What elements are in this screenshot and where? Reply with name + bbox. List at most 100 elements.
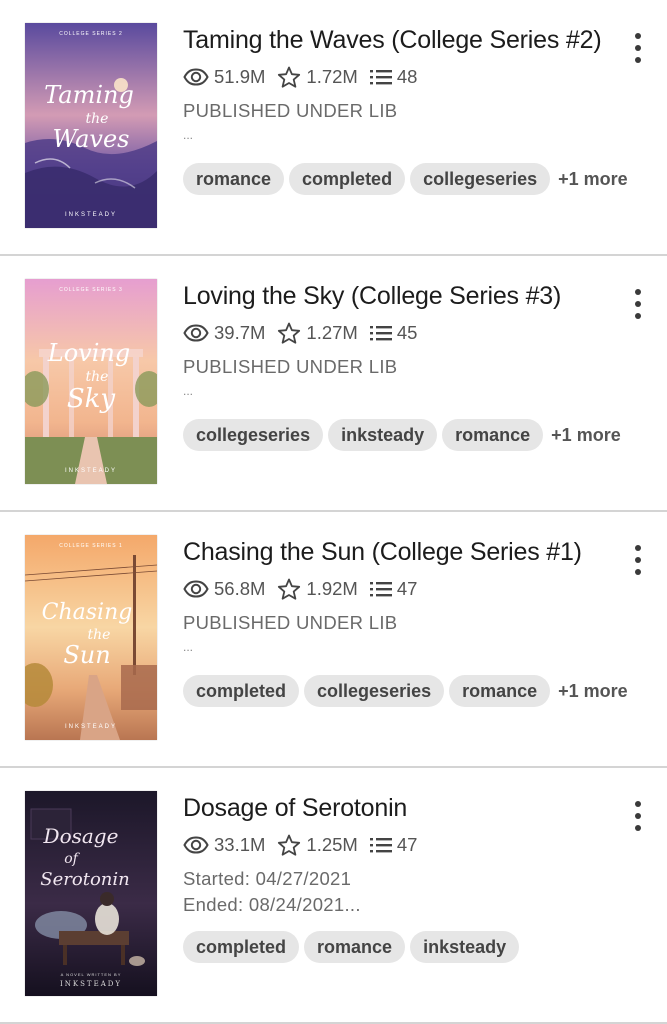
tag-chip[interactable]: inksteady: [328, 419, 438, 451]
votes-stat: 1.92M: [277, 578, 358, 601]
parts-count: 48: [396, 66, 418, 87]
reads-stat: 51.9M: [183, 66, 265, 88]
eye-icon: [183, 580, 209, 598]
cover-script-1: Chasing: [42, 600, 133, 625]
cover-tagline: A NOVEL WRITTEN BY: [61, 972, 122, 977]
eye-icon: [183, 324, 209, 342]
reads-count: 33.1M: [214, 834, 266, 855]
story-title[interactable]: Chasing the Sun (College Series #1): [183, 538, 582, 567]
votes-stat: 1.27M: [277, 322, 358, 345]
story-title[interactable]: Loving the Sky (College Series #3): [183, 282, 561, 311]
tag-chip[interactable]: completed: [183, 675, 300, 707]
reads-stat: 56.8M: [183, 578, 265, 600]
cover-series: COLLEGE SERIES 1: [59, 543, 123, 549]
started-date: Started: 04/27/2021: [183, 868, 352, 889]
story-item[interactable]: Dosage of Serotonin A NOVEL WRITTEN BY I…: [0, 768, 667, 1024]
cover-series: COLLEGE SERIES 3: [59, 287, 123, 293]
list-icon: [369, 838, 392, 853]
star-icon: [278, 66, 301, 88]
book-cover[interactable]: COLLEGE SERIES 2 Taming the Waves INKSTE…: [25, 23, 157, 228]
cover-series: COLLEGE SERIES 2: [59, 31, 123, 37]
eye-icon: [183, 836, 209, 854]
description-ellipsis: ...: [183, 384, 194, 398]
parts-count: 47: [396, 834, 418, 855]
story-stats: 39.7M 1.27M 45: [183, 320, 429, 346]
tag-chip[interactable]: collegeseries: [410, 163, 551, 195]
cover-script-2: the: [86, 369, 109, 385]
reads-stat: 39.7M: [183, 322, 265, 344]
cover-author: INKSTEADY: [65, 212, 117, 218]
list-icon: [369, 582, 392, 597]
list-icon: [369, 326, 392, 341]
parts-stat: 47: [369, 578, 418, 600]
cover-script-3: Waves: [53, 125, 130, 153]
votes-count: 1.25M: [306, 834, 358, 855]
cover-script-3: Sky: [67, 384, 116, 414]
tag-chip[interactable]: completed: [183, 931, 300, 963]
story-dates: Started: 04/27/2021 Ended: 08/24/2021...: [183, 866, 361, 918]
more-vertical-icon[interactable]: [628, 801, 648, 831]
cover-script-1: Loving: [47, 339, 130, 367]
votes-count: 1.92M: [306, 578, 358, 599]
cover-image-sky: COLLEGE SERIES 3 Loving the Sky INKSTEAD…: [25, 279, 157, 484]
tag-chip[interactable]: collegeseries: [304, 675, 445, 707]
tag-chip[interactable]: romance: [442, 419, 544, 451]
description-ellipsis: ...: [183, 128, 194, 142]
more-tags-link[interactable]: +1 more: [558, 681, 628, 702]
more-tags-link[interactable]: +1 more: [551, 425, 621, 446]
reads-stat: 33.1M: [183, 834, 265, 856]
more-tags-link[interactable]: +1 more: [558, 169, 628, 190]
tag-list: completed collegeseries romance +1 more: [183, 675, 628, 707]
more-vertical-icon[interactable]: [628, 289, 648, 319]
ended-date: Ended: 08/24/2021...: [183, 894, 361, 915]
story-title[interactable]: Dosage of Serotonin: [183, 794, 407, 823]
cover-author: INKSTEADY: [65, 724, 117, 730]
star-icon: [278, 322, 301, 344]
parts-count: 47: [396, 578, 418, 599]
tag-chip[interactable]: romance: [183, 163, 285, 195]
tag-chip[interactable]: collegeseries: [183, 419, 324, 451]
parts-stat: 45: [369, 322, 418, 344]
votes-count: 1.27M: [306, 322, 358, 343]
parts-stat: 48: [369, 66, 418, 88]
story-item[interactable]: COLLEGE SERIES 2 Taming the Waves INKSTE…: [0, 0, 667, 256]
cover-script-1: Dosage: [43, 824, 119, 848]
story-description: PUBLISHED UNDER LIB: [183, 612, 398, 633]
list-icon: [369, 70, 392, 85]
tag-chip[interactable]: romance: [304, 931, 406, 963]
parts-stat: 47: [369, 834, 418, 856]
parts-count: 45: [396, 322, 418, 343]
votes-count: 1.72M: [306, 66, 358, 87]
eye-icon: [183, 68, 209, 86]
more-vertical-icon[interactable]: [628, 33, 648, 63]
tag-list: collegeseries inksteady romance +1 more: [183, 419, 621, 451]
cover-author: INKSTEADY: [60, 980, 122, 988]
reads-count: 56.8M: [214, 578, 266, 599]
more-vertical-icon[interactable]: [628, 545, 648, 575]
cover-script-3: Sun: [63, 641, 110, 669]
story-stats: 51.9M 1.72M 48: [183, 64, 429, 90]
votes-stat: 1.72M: [277, 66, 358, 89]
reads-count: 39.7M: [214, 322, 266, 343]
tag-list: romance completed collegeseries +1 more: [183, 163, 628, 195]
story-description: PUBLISHED UNDER LIB: [183, 100, 398, 121]
story-item[interactable]: COLLEGE SERIES 1 Chasing the Sun INKSTEA…: [0, 512, 667, 768]
tag-chip[interactable]: completed: [289, 163, 406, 195]
cover-author: INKSTEADY: [65, 468, 117, 474]
book-cover[interactable]: COLLEGE SERIES 3 Loving the Sky INKSTEAD…: [25, 279, 157, 484]
tag-chip[interactable]: romance: [449, 675, 551, 707]
story-item[interactable]: COLLEGE SERIES 3 Loving the Sky INKSTEAD…: [0, 256, 667, 512]
description-ellipsis: ...: [183, 640, 194, 654]
cover-image-sun: COLLEGE SERIES 1 Chasing the Sun INKSTEA…: [25, 535, 157, 740]
story-stats: 33.1M 1.25M 47: [183, 832, 429, 858]
tag-list: completed romance inksteady: [183, 931, 524, 963]
book-cover[interactable]: Dosage of Serotonin A NOVEL WRITTEN BY I…: [25, 791, 157, 996]
story-description: PUBLISHED UNDER LIB: [183, 356, 398, 377]
votes-stat: 1.25M: [277, 834, 358, 857]
cover-script-3: Serotonin: [40, 869, 129, 890]
cover-script-1: Taming: [44, 81, 134, 109]
book-cover[interactable]: COLLEGE SERIES 1 Chasing the Sun INKSTEA…: [25, 535, 157, 740]
story-stats: 56.8M 1.92M 47: [183, 576, 429, 602]
tag-chip[interactable]: inksteady: [410, 931, 520, 963]
story-title[interactable]: Taming the Waves (College Series #2): [183, 26, 602, 55]
